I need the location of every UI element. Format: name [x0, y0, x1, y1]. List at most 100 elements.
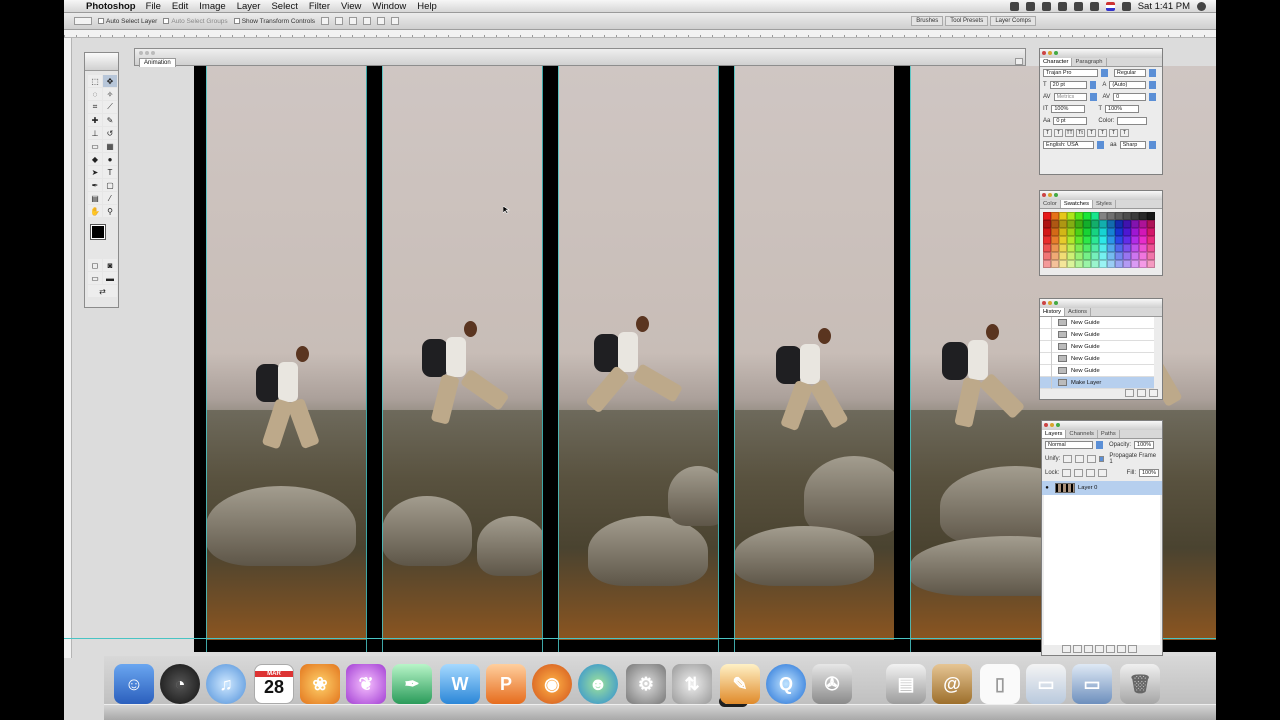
palette-menu-icon[interactable] — [1015, 58, 1023, 65]
move-tool-preset-icon[interactable] — [74, 17, 92, 25]
color-swatch[interactable] — [1139, 220, 1147, 228]
standard-mode-icon[interactable]: ◻ — [88, 259, 102, 271]
tab-channels[interactable]: Channels — [1066, 430, 1098, 438]
color-swatch[interactable] — [1075, 260, 1083, 268]
unify-style-icon[interactable] — [1086, 455, 1096, 463]
color-swatch[interactable] — [1147, 244, 1155, 252]
scanner-icon[interactable]: ▤ — [886, 664, 926, 704]
color-swatch[interactable] — [1059, 220, 1067, 228]
transmission-icon[interactable]: ⇅ — [672, 664, 712, 704]
guide-line[interactable] — [366, 66, 367, 652]
imovie-icon[interactable]: ✇ — [812, 664, 852, 704]
color-swatches[interactable] — [89, 224, 114, 251]
tab-actions[interactable]: Actions — [1065, 308, 1092, 316]
color-swatch[interactable] — [1123, 212, 1131, 220]
unify-position-icon[interactable] — [1063, 455, 1073, 463]
close-button[interactable] — [139, 51, 143, 55]
color-swatch[interactable] — [1147, 252, 1155, 260]
show-transform-checkbox[interactable] — [233, 17, 240, 24]
menu-clock[interactable]: Sat 1:41 PM — [1138, 1, 1190, 12]
color-swatch[interactable] — [1107, 228, 1115, 236]
adjustment-layer-icon[interactable] — [1095, 645, 1104, 653]
color-swatch[interactable] — [1147, 212, 1155, 220]
font-family-select[interactable]: Trajan Pro — [1043, 69, 1099, 77]
address-book-icon[interactable]: @ — [932, 664, 972, 704]
menu-layer[interactable]: Layer — [237, 1, 261, 12]
align-center-icon[interactable] — [377, 17, 386, 25]
color-swatch[interactable] — [1067, 212, 1075, 220]
color-swatch[interactable] — [1099, 252, 1107, 260]
color-swatch[interactable] — [1083, 260, 1091, 268]
color-swatch[interactable] — [1115, 228, 1123, 236]
type-tool-icon[interactable]: T — [103, 166, 117, 178]
history-item[interactable]: New Guide — [1040, 316, 1154, 329]
color-swatch[interactable] — [1131, 220, 1139, 228]
color-swatch[interactable] — [1083, 212, 1091, 220]
color-swatch[interactable] — [1099, 212, 1107, 220]
horizontal-scale-field[interactable]: 100% — [1105, 105, 1140, 113]
color-swatch[interactable] — [1131, 236, 1139, 244]
color-swatch[interactable] — [1147, 260, 1155, 268]
color-swatch[interactable] — [1123, 220, 1131, 228]
input-flag-icon[interactable] — [1105, 1, 1115, 11]
feather-icon[interactable]: ✒ — [392, 664, 432, 704]
color-swatch[interactable] — [1083, 244, 1091, 252]
subscript-button[interactable]: T — [1098, 129, 1107, 137]
horizontal-ruler[interactable] — [64, 30, 1216, 38]
stamp-tool-icon[interactable]: ⊥ — [88, 127, 102, 139]
document-icon[interactable]: ▯ — [980, 664, 1020, 704]
trash-icon[interactable] — [1128, 645, 1137, 653]
bluetooth-icon[interactable] — [1057, 1, 1067, 11]
volume-icon[interactable] — [1089, 1, 1099, 11]
color-swatch[interactable] — [1051, 244, 1059, 252]
color-swatch[interactable] — [1123, 260, 1131, 268]
color-swatch[interactable] — [1043, 236, 1051, 244]
vertical-scale-field[interactable]: 100% — [1051, 105, 1086, 113]
color-swatch[interactable] — [1107, 236, 1115, 244]
unify-visibility-icon[interactable] — [1075, 455, 1084, 463]
color-swatch[interactable] — [1059, 236, 1067, 244]
new-group-icon[interactable] — [1106, 645, 1115, 653]
color-swatch[interactable] — [1123, 228, 1131, 236]
color-swatch[interactable] — [1075, 252, 1083, 260]
color-swatch[interactable] — [1075, 220, 1083, 228]
butterfly-icon[interactable]: ❦ — [346, 664, 386, 704]
color-swatch[interactable] — [1091, 260, 1099, 268]
chevron-down-icon[interactable] — [1149, 93, 1156, 101]
color-swatch[interactable] — [1147, 220, 1155, 228]
color-swatch[interactable] — [1091, 228, 1099, 236]
color-swatch[interactable] — [1131, 244, 1139, 252]
chevron-down-icon[interactable] — [1089, 81, 1097, 89]
color-swatch[interactable] — [1067, 252, 1075, 260]
blur-tool-icon[interactable]: ◆ — [88, 153, 102, 165]
color-swatch[interactable] — [1043, 212, 1051, 220]
app-menu[interactable]: Photoshop — [86, 1, 136, 12]
new-layer-icon[interactable] — [1117, 645, 1126, 653]
crop-tool-icon[interactable]: ⌗ — [88, 101, 102, 113]
strikethrough-button[interactable]: T — [1120, 129, 1129, 137]
script-icon[interactable] — [1025, 1, 1035, 11]
itunes-icon[interactable]: ♫ — [206, 664, 246, 704]
color-swatch[interactable] — [1043, 220, 1051, 228]
color-swatch[interactable] — [1051, 220, 1059, 228]
chevron-down-icon[interactable] — [1149, 69, 1156, 77]
color-swatch[interactable] — [1131, 212, 1139, 220]
color-swatch[interactable] — [1115, 212, 1123, 220]
eraser-tool-icon[interactable]: ▭ — [88, 140, 102, 152]
color-swatch[interactable] — [1059, 252, 1067, 260]
foreground-color-swatch[interactable] — [90, 224, 106, 240]
auto-select-layer-option[interactable]: Auto Select Layer — [98, 18, 157, 25]
tab-paragraph[interactable]: Paragraph — [1072, 58, 1107, 66]
align-top-icon[interactable] — [321, 17, 330, 25]
color-swatch[interactable] — [1139, 252, 1147, 260]
history-brush-icon[interactable]: ↺ — [103, 127, 117, 139]
faux-bold-button[interactable]: T — [1043, 129, 1052, 137]
menu-image[interactable]: Image — [199, 1, 225, 12]
eyedropper-icon[interactable]: ⁄ — [103, 192, 117, 204]
tab-swatches[interactable]: Swatches — [1060, 200, 1093, 208]
zoom-button[interactable] — [151, 51, 155, 55]
color-swatch[interactable] — [1107, 220, 1115, 228]
lasso-tool-icon[interactable]: ◌ — [88, 88, 102, 100]
text-color-swatch[interactable] — [1117, 117, 1148, 125]
color-swatch[interactable] — [1115, 252, 1123, 260]
